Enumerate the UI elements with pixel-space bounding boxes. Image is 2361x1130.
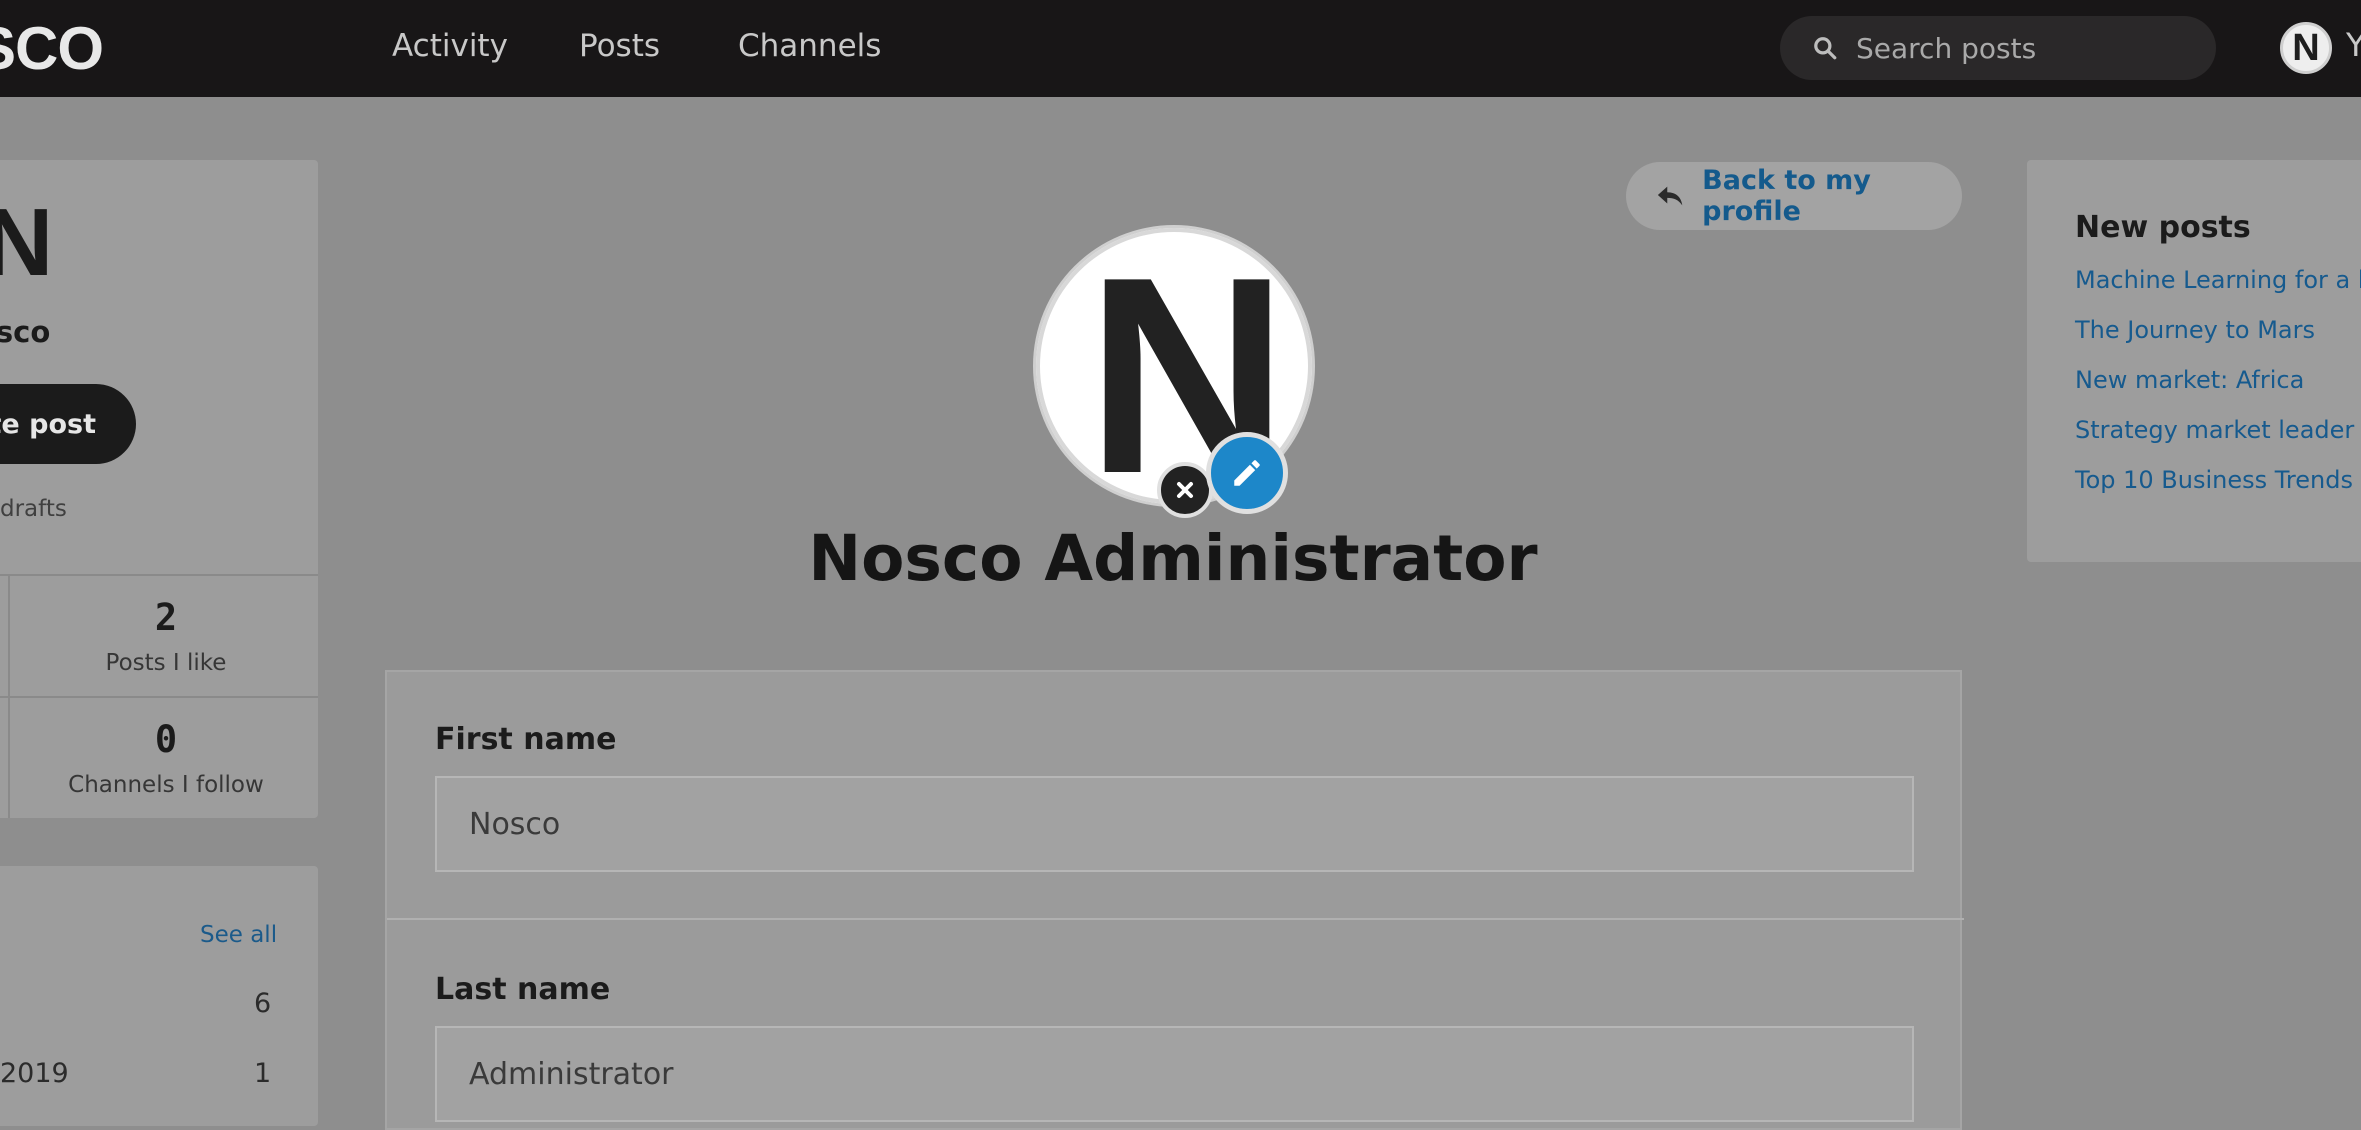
nav-activity[interactable]: Activity [392, 28, 508, 64]
app-logo[interactable]: SCO [0, 14, 104, 83]
profile-summary-card: N osco ate post drafts 2 Posts I like 0 … [0, 160, 318, 818]
last-name-label: Last name [435, 972, 611, 1007]
profile-name: osco [0, 315, 51, 349]
first-name-field[interactable] [435, 776, 1914, 872]
post-link[interactable]: New market: Africa [2075, 366, 2304, 394]
back-to-profile-label: Back to my profile [1702, 165, 1871, 227]
close-icon [1177, 482, 1193, 498]
profile-form: First name Last name [385, 670, 1964, 1130]
create-post-button[interactable]: ate post [0, 384, 136, 464]
search-input[interactable] [1856, 31, 2186, 65]
new-posts-heading: New posts [2075, 210, 2251, 245]
post-link[interactable]: Machine Learning for a bet [2075, 266, 2361, 294]
stat-value-channels-followed: 0 [154, 718, 178, 761]
divider [0, 574, 318, 576]
divider [387, 918, 1964, 920]
stat-value-posts-liked: 2 [154, 596, 178, 639]
pencil-icon [1234, 460, 1260, 486]
post-link[interactable]: Top 10 Business Trends 20 [2075, 466, 2361, 494]
stat-label-channels-followed[interactable]: Channels I follow [36, 772, 296, 798]
top-navbar: SCO Activity Posts Channels N Y [0, 0, 2361, 97]
stat-label-posts-liked[interactable]: Posts I like [36, 650, 296, 676]
edit-avatar-button[interactable] [1206, 432, 1288, 514]
divider [0, 696, 318, 698]
drafts-link[interactable]: drafts [0, 496, 67, 522]
new-posts-card: New posts Machine Learning for a bet The… [2027, 160, 2361, 562]
list-item-label[interactable]: 2019 [0, 1058, 69, 1089]
first-name-label: First name [435, 722, 617, 757]
search-box[interactable] [1780, 16, 2216, 80]
nav-channels[interactable]: Channels [738, 28, 881, 64]
post-link[interactable]: Strategy market leader 20 [2075, 416, 2361, 444]
reply-arrow-icon [1657, 186, 1683, 206]
user-menu-label[interactable]: Y [2346, 26, 2361, 64]
search-icon [1814, 37, 1837, 60]
list-item-count: 6 [254, 988, 272, 1019]
activity-list-card: See all 6 2019 1 [0, 866, 318, 1126]
profile-initial: N [0, 189, 54, 296]
post-link[interactable]: The Journey to Mars [2075, 316, 2315, 344]
nav-posts[interactable]: Posts [579, 28, 660, 64]
list-item-count: 1 [254, 1058, 272, 1089]
page-title: Nosco Administrator [808, 522, 1538, 595]
last-name-field[interactable] [435, 1026, 1914, 1122]
back-to-profile-button[interactable]: Back to my profile [1626, 162, 1962, 230]
see-all-link[interactable]: See all [200, 922, 277, 948]
remove-avatar-button[interactable] [1157, 462, 1213, 518]
user-avatar[interactable]: N [2280, 22, 2332, 74]
